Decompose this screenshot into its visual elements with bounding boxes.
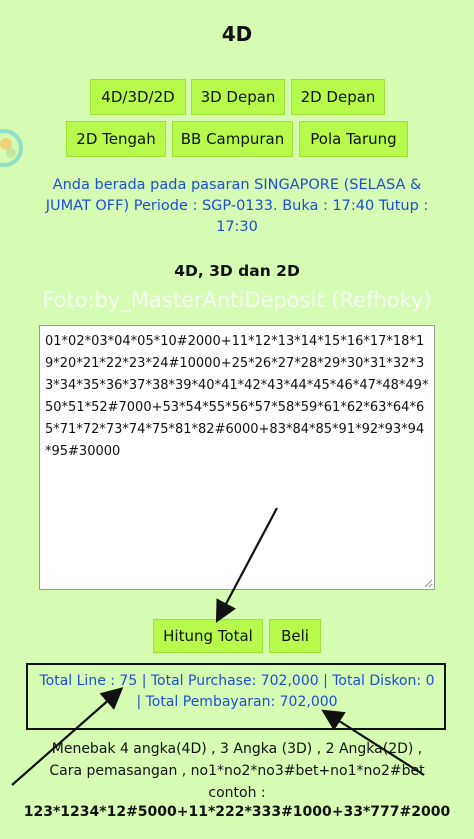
summary-line-1: Total Line : 75 | Total Purchase: 702,00… — [39, 673, 435, 689]
help-line-2: Cara pemasangan , no1*no2*no3#bet+no1*no… — [49, 763, 425, 779]
menu-button-pola-tarung[interactable]: Pola Tarung — [299, 121, 408, 157]
menu-button-bb-campuran[interactable]: BB Campuran — [172, 121, 293, 157]
menu-button-2d-tengah[interactable]: 2D Tengah — [66, 121, 166, 157]
bet-input-textarea[interactable]: 01*02*03*04*05*10#2000+11*12*13*14*15*16… — [39, 325, 435, 590]
summary-line-2: | Total Pembayaran: 702,000 — [136, 694, 338, 710]
page-title: 4D — [221, 22, 253, 46]
menu-button-2d-depan[interactable]: 2D Depan — [291, 79, 385, 115]
watermark-text: Foto:by_MasterAntiDeposit (Refhoky) — [42, 288, 432, 312]
resize-handle-icon[interactable] — [424, 579, 433, 588]
section-title: 4D, 3D dan 2D — [174, 262, 300, 280]
side-logo-icon — [0, 129, 23, 167]
calculate-total-button[interactable]: Hitung Total — [153, 619, 263, 653]
example-bet-text: 123*1234*12#5000+11*222*333#1000+33*777#… — [23, 804, 451, 820]
help-text: Menebak 4 angka(4D) , 3 Angka (3D) , 2 A… — [20, 738, 454, 804]
help-line-3: contoh : — [208, 785, 266, 801]
menu-button-3d-depan[interactable]: 3D Depan — [191, 79, 285, 115]
market-info-text: Anda berada pada pasaran SINGAPORE (SELA… — [45, 177, 429, 235]
purchase-summary: Total Line : 75 | Total Purchase: 702,00… — [34, 671, 440, 713]
buy-button[interactable]: Beli — [269, 619, 321, 653]
help-line-1: Menebak 4 angka(4D) , 3 Angka (3D) , 2 A… — [51, 741, 423, 757]
menu-button-4d-3d-2d[interactable]: 4D/3D/2D — [90, 79, 186, 115]
